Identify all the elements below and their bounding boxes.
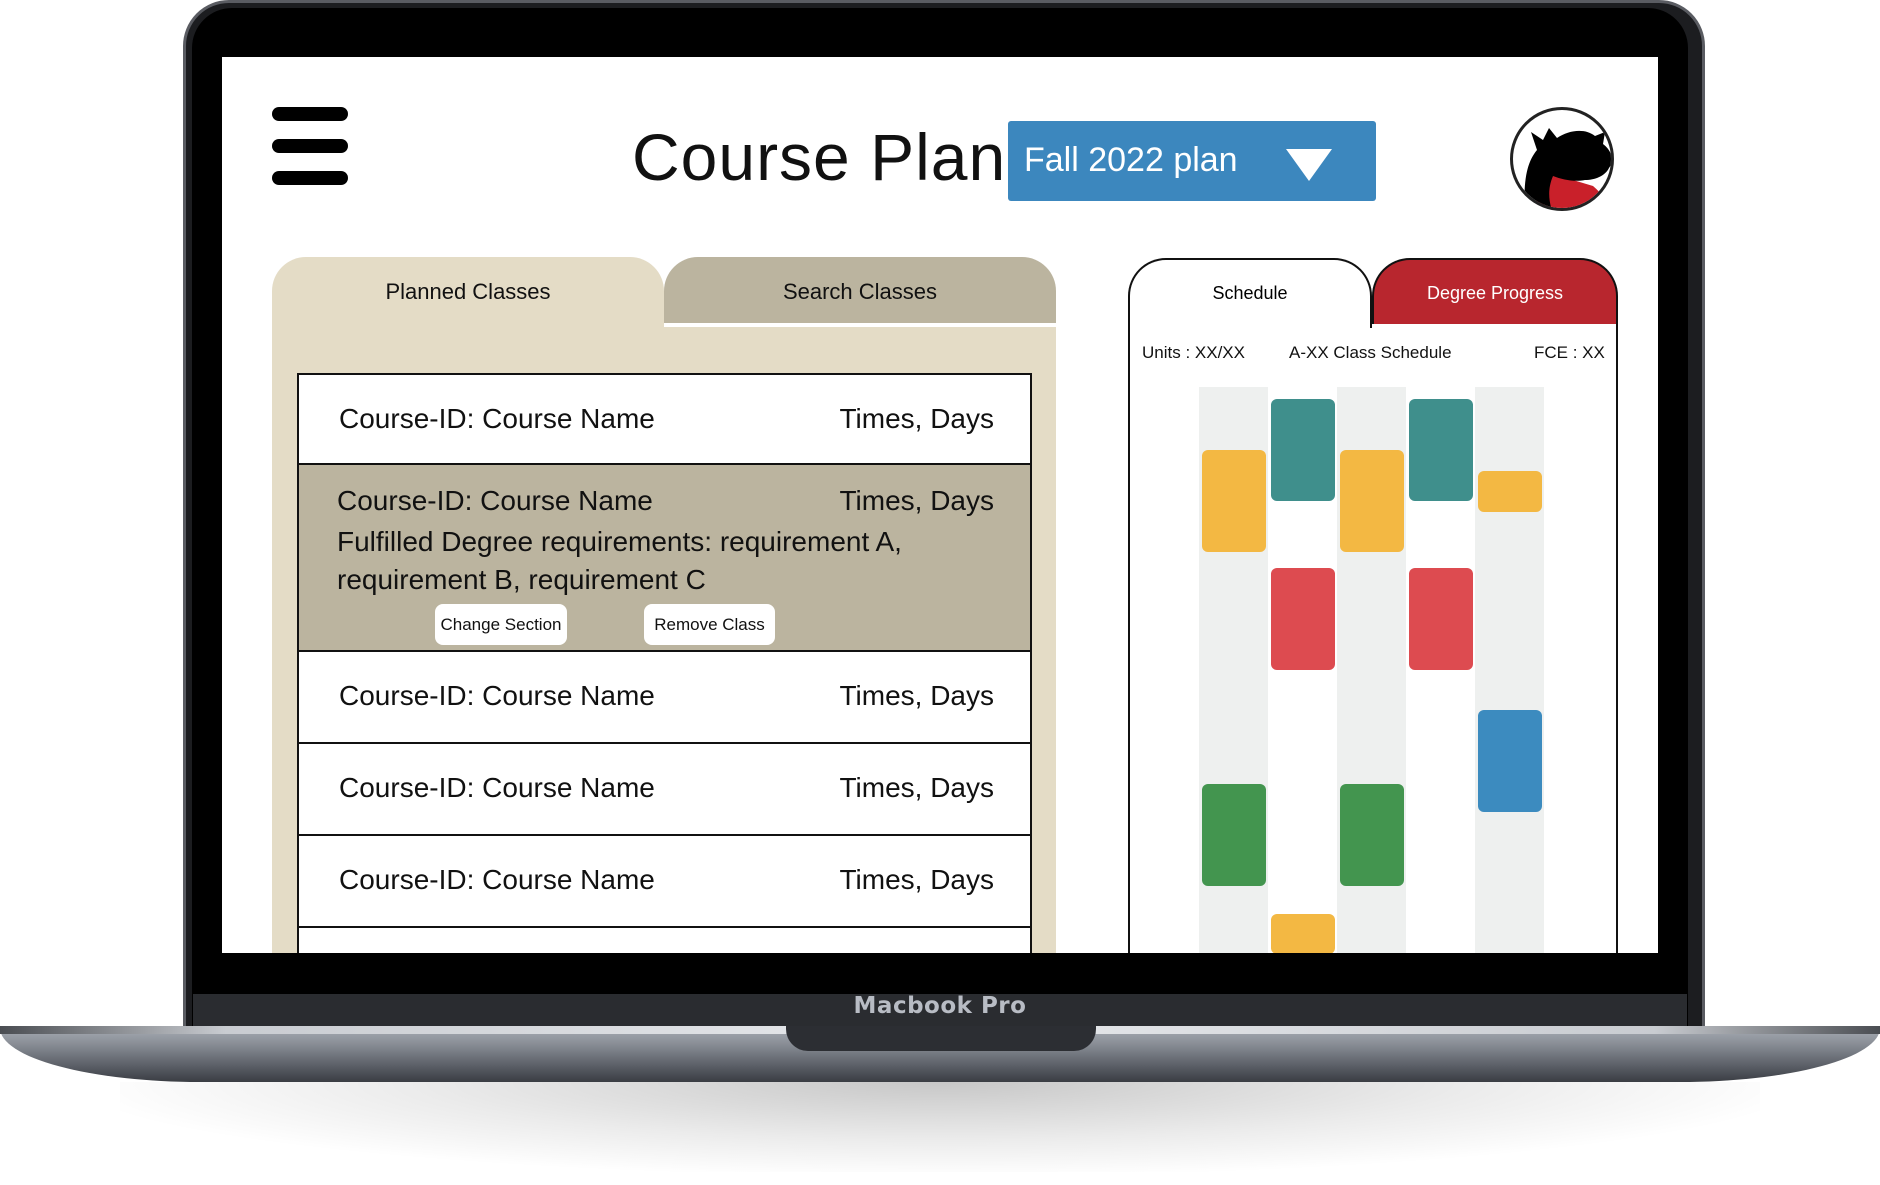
class-row[interactable]: Course-ID: Course Name Times, Days xyxy=(297,836,1032,928)
plan-select-value: Fall 2022 plan xyxy=(1024,141,1238,179)
tab-degree-progress-label: Degree Progress xyxy=(1426,283,1564,303)
tab-search-classes[interactable]: Search Classes xyxy=(664,257,1056,323)
class-time: Times, Days xyxy=(839,864,994,895)
app-screen: Course Plan: Fall 2022 plan Planned Clas… xyxy=(222,57,1658,953)
scottie-dog-avatar-icon xyxy=(1524,128,1611,208)
class-row[interactable]: Course-ID: Course Name Times, Days xyxy=(297,744,1032,836)
change-section-button[interactable]: Change Section xyxy=(435,604,567,645)
class-time: Times, Days xyxy=(839,485,994,516)
laptop-notch xyxy=(786,1026,1096,1051)
caret-down-icon xyxy=(1286,149,1332,181)
class-name: Course-ID: Course Name xyxy=(339,864,655,895)
tab-search-classes-label: Search Classes xyxy=(782,279,938,304)
tab-schedule-label: Schedule xyxy=(1212,283,1288,303)
class-row[interactable]: Course-ID: Course Name Times, Days xyxy=(297,373,1032,465)
class-row-expanded[interactable]: Course-ID: Course Name Times, Days Fulfi… xyxy=(297,465,1032,652)
class-block[interactable] xyxy=(1409,568,1473,670)
class-row[interactable] xyxy=(297,928,1032,953)
tab-schedule[interactable]: Schedule xyxy=(1128,258,1372,328)
device-brand-label: Macbook Pro xyxy=(853,993,1027,1019)
fce-readout: FCE : XX xyxy=(1534,343,1605,362)
class-block[interactable] xyxy=(1271,568,1335,670)
tab-planned-classes-label: Planned Classes xyxy=(385,279,551,304)
class-block[interactable] xyxy=(1478,471,1542,512)
class-block[interactable] xyxy=(1478,710,1542,812)
class-block[interactable] xyxy=(1202,450,1266,552)
tab-degree-progress[interactable]: Degree Progress xyxy=(1372,258,1618,324)
page-title: Course Plan: xyxy=(632,120,1026,194)
planned-class-list: Course-ID: Course Name Times, Days Cours… xyxy=(297,373,1032,953)
remove-class-button[interactable]: Remove Class xyxy=(644,604,775,645)
class-time: Times, Days xyxy=(839,403,994,434)
class-name: Course-ID: Course Name xyxy=(339,772,655,803)
class-block[interactable] xyxy=(1340,450,1404,552)
class-block[interactable] xyxy=(1340,784,1404,886)
class-block[interactable] xyxy=(1202,784,1266,886)
class-block[interactable] xyxy=(1271,914,1335,953)
class-name: Course-ID: Course Name xyxy=(339,680,655,711)
class-time: Times, Days xyxy=(839,772,994,803)
plan-select-dropdown[interactable]: Fall 2022 plan xyxy=(1008,121,1376,201)
class-name: Course-ID: Course Name xyxy=(339,403,655,434)
tab-planned-classes[interactable]: Planned Classes xyxy=(272,257,664,329)
units-readout: Units : XX/XX xyxy=(1142,343,1245,362)
class-name: Course-ID: Course Name xyxy=(337,485,653,516)
schedule-title: A-XX Class Schedule xyxy=(1289,343,1452,362)
class-block[interactable] xyxy=(1409,399,1473,501)
laptop-shadow xyxy=(120,1082,1760,1172)
fulfilled-requirements-text: Fulfilled Degree requirements: requireme… xyxy=(337,526,902,595)
class-time: Times, Days xyxy=(839,680,994,711)
avatar[interactable] xyxy=(1510,107,1614,211)
class-row[interactable]: Course-ID: Course Name Times, Days xyxy=(297,652,1032,744)
hamburger-menu-icon[interactable] xyxy=(272,107,348,185)
class-block[interactable] xyxy=(1271,399,1335,501)
